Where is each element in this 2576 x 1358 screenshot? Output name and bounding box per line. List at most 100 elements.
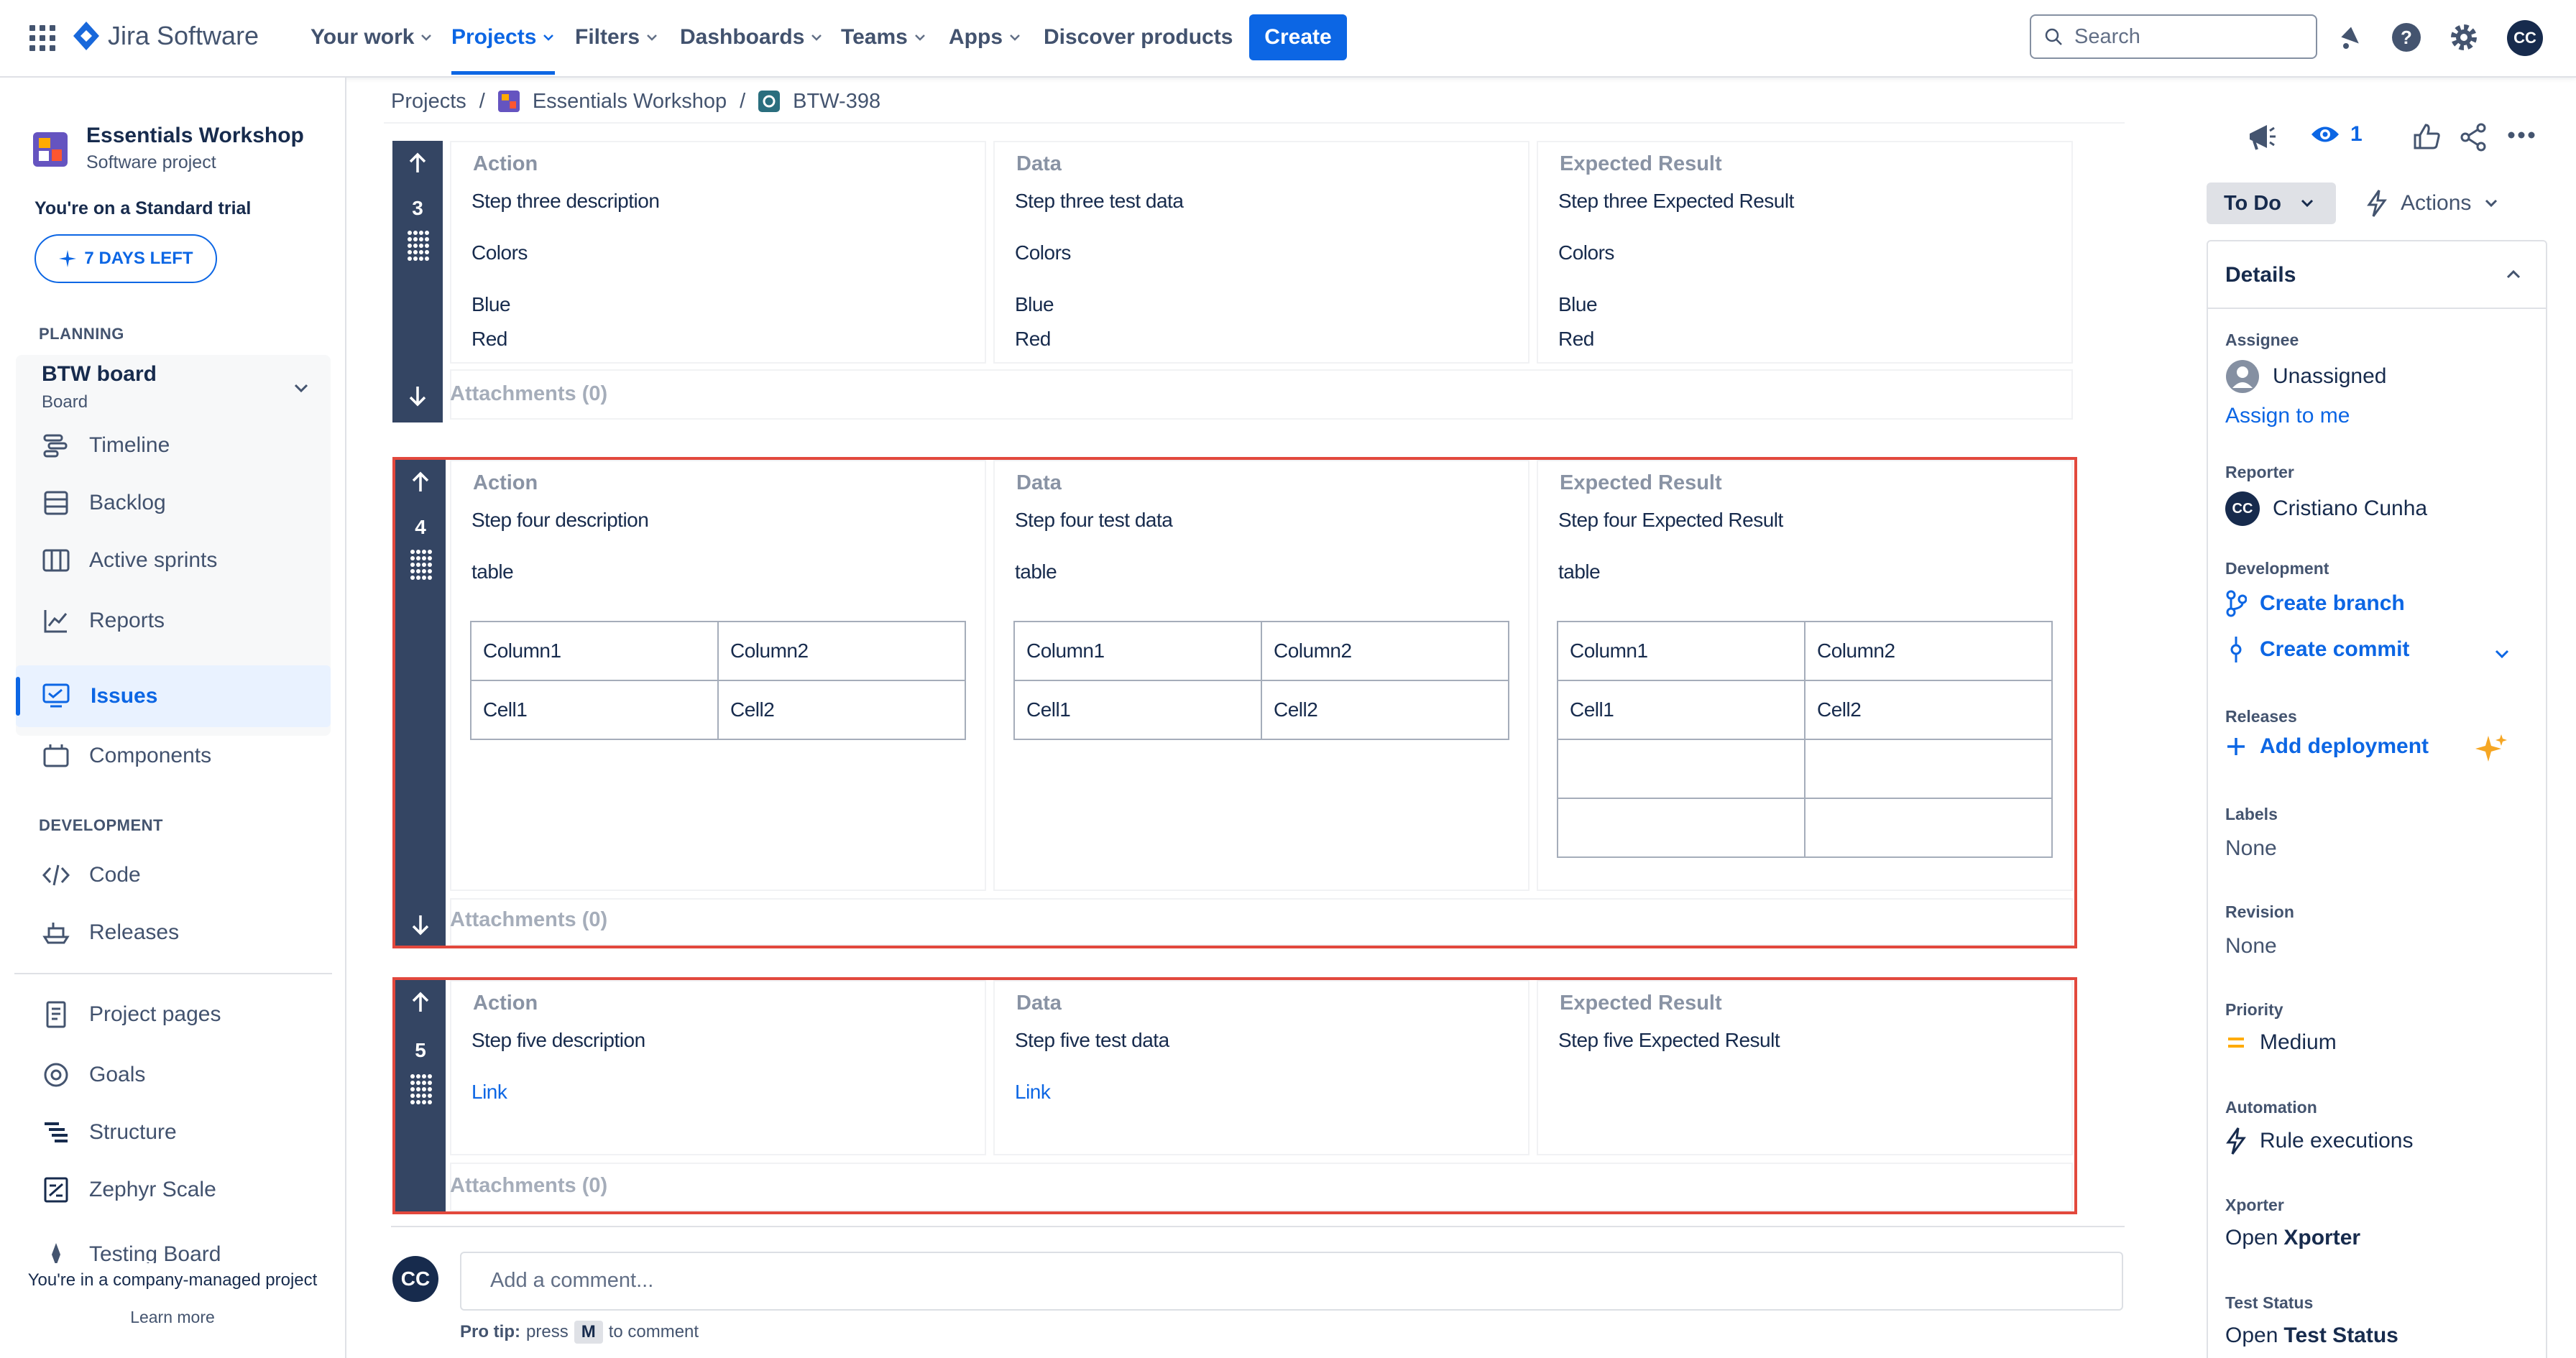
create-commit-link[interactable]: Create commit <box>2225 635 2409 664</box>
more-actions-icon[interactable] <box>2507 131 2536 139</box>
drag-handle-icon[interactable] <box>410 1073 433 1105</box>
announcement-megaphone-icon[interactable] <box>2245 121 2277 152</box>
action-cell[interactable]: Action Step five description Link <box>450 980 986 1155</box>
help-icon[interactable]: ? <box>2391 22 2422 53</box>
drag-handle-icon[interactable] <box>410 549 433 581</box>
add-deployment-link[interactable]: Add deployment <box>2225 734 2429 759</box>
breadcrumb-project[interactable]: Essentials Workshop <box>533 90 727 114</box>
trial-days-left-button[interactable]: 7 DAYS LEFT <box>34 234 217 283</box>
attachments-row[interactable] <box>450 1163 2073 1211</box>
data-cell[interactable]: Data Step three test data Colors Blue Re… <box>993 141 1530 364</box>
nav-filters[interactable]: Filters <box>575 0 658 75</box>
step-handle-bar[interactable]: 5 <box>395 980 446 1211</box>
assignee-field[interactable]: Unassigned <box>2225 359 2386 394</box>
sidebar-item-goals[interactable]: Goals <box>16 1045 331 1105</box>
share-icon[interactable] <box>2458 122 2488 152</box>
expected-header: Expected Result <box>1560 152 1722 175</box>
chevron-down-icon[interactable] <box>2494 648 2510 660</box>
sidebar-item-testing-board[interactable]: Testing Board <box>16 1226 331 1263</box>
status-dropdown[interactable]: To Do <box>2207 183 2336 224</box>
add-comment-input[interactable]: Add a comment... <box>460 1252 2123 1311</box>
nav-label: Your work <box>310 25 415 49</box>
move-up-arrow-icon[interactable] <box>410 470 431 494</box>
nav-label: Projects <box>451 25 537 49</box>
backlog-icon <box>42 489 70 517</box>
assign-to-me-link[interactable]: Assign to me <box>2225 404 2350 428</box>
table-cell: Column2 <box>717 621 966 681</box>
step-handle-bar[interactable]: 4 <box>395 460 446 946</box>
attachments-row[interactable] <box>450 369 2073 420</box>
sidebar-item-project-pages[interactable]: Project pages <box>16 984 331 1045</box>
reporter-field[interactable]: CC Cristiano Cunha <box>2225 491 2427 526</box>
thumbs-up-icon[interactable] <box>2412 122 2441 151</box>
data-cell[interactable]: Data Step five test data Link <box>993 980 1530 1155</box>
nav-teams[interactable]: Teams <box>841 0 926 75</box>
user-avatar[interactable]: CC <box>2507 20 2543 56</box>
test-status-open: Open <box>2225 1324 2278 1347</box>
notifications-icon[interactable] <box>2336 23 2365 52</box>
expected-result-cell[interactable]: Expected Result Step five Expected Resul… <box>1537 980 2073 1155</box>
open-test-status-link[interactable]: Open Test Status <box>2225 1324 2398 1348</box>
watch-button[interactable]: 1 <box>2310 122 2363 147</box>
sidebar-item-code[interactable]: Code <box>16 845 331 905</box>
chevron-down-icon <box>542 33 555 42</box>
sidebar-item-reports[interactable]: Reports <box>16 591 331 651</box>
revision-value[interactable]: None <box>2225 934 2277 959</box>
labels-value[interactable]: None <box>2225 836 2277 861</box>
priority-field[interactable]: Medium <box>2225 1030 2337 1055</box>
step-number: 3 <box>412 197 423 219</box>
details-header[interactable]: Details <box>2208 241 2546 309</box>
nav-projects[interactable]: Projects <box>451 0 556 75</box>
create-button[interactable]: Create <box>1249 14 1347 60</box>
expected-result-cell[interactable]: Expected Result Step four Expected Resul… <box>1537 460 2073 891</box>
sidebar-item-structure[interactable]: Structure <box>16 1102 331 1163</box>
chevron-up-icon[interactable] <box>2506 269 2521 280</box>
action-text: table <box>472 560 514 583</box>
sidebar-item-active-sprints[interactable]: Active sprints <box>16 530 331 591</box>
data-link[interactable]: Link <box>1015 1081 1051 1104</box>
sidebar-item-zephyr-scale[interactable]: Zephyr Scale <box>16 1160 331 1220</box>
action-cell[interactable]: Action Step three description Colors Blu… <box>450 141 986 364</box>
actions-dropdown[interactable]: Actions <box>2366 183 2498 224</box>
project-name[interactable]: Essentials Workshop <box>86 124 304 148</box>
expected-text: Step four Expected Result <box>1558 509 1783 531</box>
action-header: Action <box>473 471 538 494</box>
search-input[interactable]: Search <box>2030 14 2317 59</box>
move-up-arrow-icon[interactable] <box>410 990 431 1015</box>
attachments-row[interactable] <box>450 898 2073 946</box>
nav-apps[interactable]: Apps <box>949 0 1021 75</box>
sidebar-item-timeline[interactable]: Timeline <box>16 415 331 476</box>
action-link[interactable]: Link <box>472 1081 507 1104</box>
breadcrumb-projects[interactable]: Projects <box>391 90 466 114</box>
create-branch-link[interactable]: Create branch <box>2225 589 2405 618</box>
top-navigation: Jira Software Your work Projects Filters… <box>0 0 2576 78</box>
table-cell: Cell2 <box>1261 680 1509 740</box>
trial-badge-label: 7 DAYS LEFT <box>84 249 193 268</box>
nav-discover-products[interactable]: Discover products <box>1044 0 1233 75</box>
action-table: Column1 Column2 Cell1 Cell2 <box>470 621 966 740</box>
move-down-arrow-icon[interactable] <box>407 384 428 408</box>
open-xporter-link[interactable]: Open Xporter <box>2225 1226 2360 1250</box>
expected-result-cell[interactable]: Expected Result Step three Expected Resu… <box>1537 141 2073 364</box>
action-cell[interactable]: Action Step four description table Colum… <box>450 460 986 891</box>
comment-divider <box>391 1226 2125 1227</box>
sidebar-item-releases[interactable]: Releases <box>16 902 331 963</box>
nav-dashboards[interactable]: Dashboards <box>680 0 823 75</box>
sidebar-item-components[interactable]: Components <box>16 726 331 786</box>
jira-logo[interactable]: Jira Software <box>72 20 259 52</box>
move-down-arrow-icon[interactable] <box>410 913 431 937</box>
data-cell[interactable]: Data Step four test data table Column1 Co… <box>993 460 1530 891</box>
app-switcher-icon[interactable] <box>29 24 56 52</box>
learn-more-link[interactable]: Learn more <box>0 1308 345 1327</box>
chevron-down-icon[interactable] <box>292 382 310 395</box>
breadcrumb-issue[interactable]: BTW-398 <box>793 90 880 114</box>
move-up-arrow-icon[interactable] <box>407 151 428 175</box>
step-handle-bar[interactable]: 3 <box>392 141 443 422</box>
rule-executions-field[interactable]: Rule executions <box>2225 1127 2413 1155</box>
ai-sparkle-icon[interactable] <box>2474 733 2507 766</box>
drag-handle-icon[interactable] <box>407 230 430 262</box>
sidebar-item-backlog[interactable]: Backlog <box>16 473 331 533</box>
nav-label: Filters <box>575 25 640 49</box>
settings-gear-icon[interactable] <box>2448 22 2480 53</box>
nav-your-work[interactable]: Your work <box>310 0 433 75</box>
